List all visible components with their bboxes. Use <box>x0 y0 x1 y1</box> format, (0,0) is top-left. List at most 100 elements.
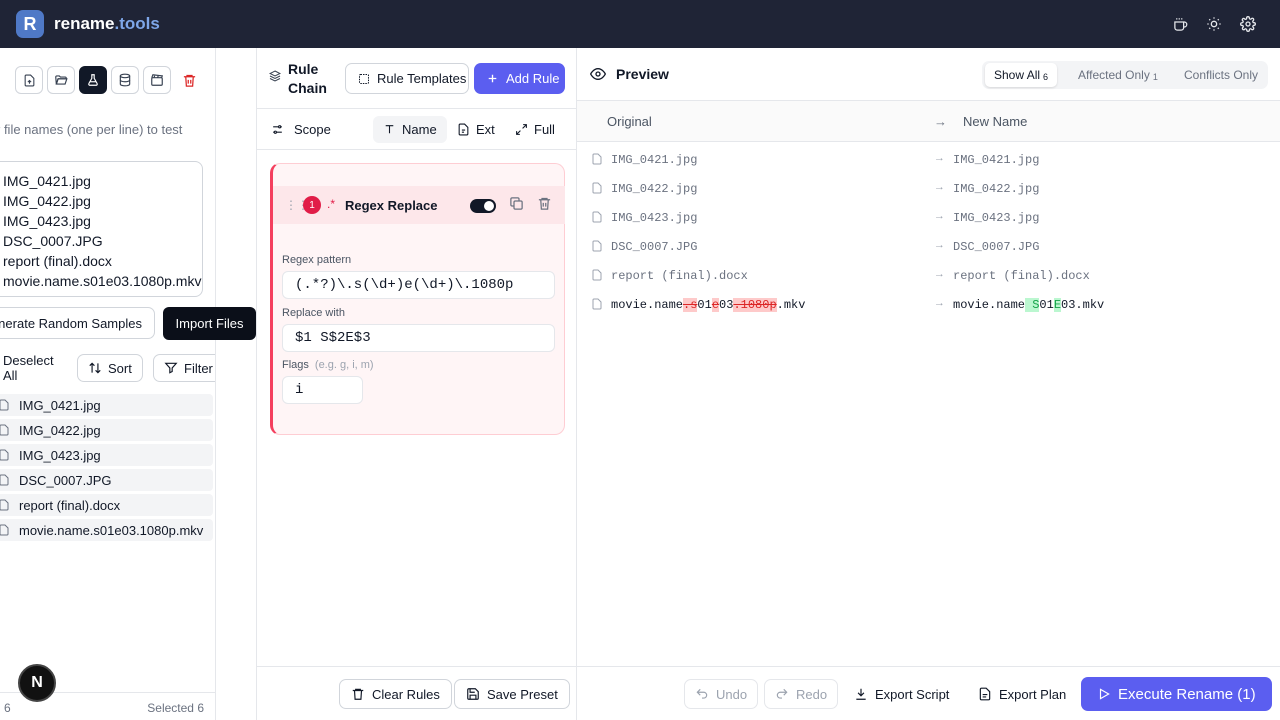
textarea-line: IMG_0421.jpg <box>3 173 91 189</box>
diff-same: 03.mkv <box>1061 298 1105 312</box>
preview-filter-group: Show All 6 Affected Only 1 Conflicts Only <box>982 61 1268 89</box>
scope-name-label: Name <box>402 122 437 137</box>
rule-templates-button[interactable]: Rule Templates <box>345 63 469 94</box>
copy-icon[interactable] <box>509 196 524 211</box>
flask-icon[interactable] <box>79 66 107 94</box>
list-item[interactable]: IMG_0421.jpg <box>0 394 213 416</box>
sort-button[interactable]: Sort <box>77 354 143 382</box>
new-name: IMG_0423.jpg <box>953 211 1040 225</box>
regex-pattern-input[interactable]: (.*?)\.s(\d+)e(\d+)\.1080p <box>282 271 555 299</box>
export-plan-button[interactable]: Export Plan <box>968 679 1076 709</box>
original-name: IMG_0423.jpg <box>611 211 698 225</box>
new-name-diff: movie.name S01E03.mkv <box>953 298 1104 312</box>
undo-button[interactable]: Undo <box>684 679 759 709</box>
arrow-right-icon: → <box>936 269 943 281</box>
next-dev-badge[interactable]: N <box>18 664 56 702</box>
scope-bar: Scope Name Ext Full <box>257 108 576 150</box>
rule-chain-title: Rule Chain <box>288 61 327 96</box>
textarea-line: IMG_0423.jpg <box>3 213 91 229</box>
list-item[interactable]: DSC_0007.JPG <box>0 469 213 491</box>
file-list: IMG_0421.jpg IMG_0422.jpg IMG_0423.jpg D… <box>0 394 213 544</box>
coffee-icon[interactable] <box>1170 14 1190 34</box>
file-upload-icon[interactable] <box>15 66 43 94</box>
show-all-tab[interactable]: Show All 6 <box>985 63 1058 87</box>
scope-name-tab[interactable]: Name <box>373 116 447 143</box>
diff-removed: .s <box>683 298 698 312</box>
flags-placeholder: (e.g. g, i, m) <box>314 359 374 371</box>
original-name-diff: movie.name.s01e03.1080p.mkv <box>611 298 805 312</box>
clapperboard-icon[interactable] <box>143 66 171 94</box>
gear-icon[interactable] <box>1238 14 1258 34</box>
sort-label: Sort <box>108 360 132 376</box>
clear-rules-label: Clear Rules <box>372 686 440 702</box>
arrow-right-icon: → <box>936 182 943 194</box>
list-item[interactable]: IMG_0423.jpg <box>0 444 213 466</box>
save-preset-button[interactable]: Save Preset <box>454 679 570 709</box>
diff-removed: e <box>711 298 720 312</box>
import-files-tooltip: Import Files <box>163 307 256 340</box>
file-code-icon <box>458 123 469 136</box>
file-name: IMG_0421.jpg <box>19 397 101 413</box>
rule-enabled-toggle[interactable] <box>470 199 496 213</box>
rule-number-badge: 1 <box>303 196 321 214</box>
sort-icon <box>89 362 101 374</box>
undo-icon <box>696 688 708 699</box>
file-icon <box>0 474 9 486</box>
execute-rename-label: Execute Rename (1) <box>1118 685 1256 703</box>
table-row[interactable]: report (final).docx → report (final).doc… <box>577 261 1280 290</box>
diff-removed: .1080p <box>733 298 777 312</box>
affected-only-tab[interactable]: Affected Only 1 <box>1069 63 1167 87</box>
file-name: report (final).docx <box>19 497 121 513</box>
redo-button[interactable]: Redo <box>764 679 839 709</box>
list-item[interactable]: IMG_0422.jpg <box>0 419 213 441</box>
rule-templates-label: Rule Templates <box>377 71 467 86</box>
scope-full-tab[interactable]: Full <box>505 116 565 143</box>
original-name: report (final).docx <box>611 269 748 283</box>
generate-samples-button[interactable]: Generate Random Samples <box>0 307 155 339</box>
table-row[interactable]: IMG_0423.jpg → IMG_0423.jpg <box>577 203 1280 232</box>
clear-rules-button[interactable]: Clear Rules <box>339 679 452 709</box>
rule-card: ⋮⋮ 1 .* Regex Replace Regex pattern (.*?… <box>270 163 565 435</box>
expand-icon <box>516 124 527 135</box>
preview-title-text: Preview <box>616 66 669 82</box>
scope-ext-tab[interactable]: Ext <box>447 116 505 143</box>
file-count: 6 <box>4 701 11 715</box>
database-icon[interactable] <box>111 66 139 94</box>
show-all-label: Show All <box>994 68 1041 82</box>
list-item[interactable]: report (final).docx <box>0 494 213 516</box>
list-item[interactable]: movie.name.s01e03.1080p.mkv <box>0 519 213 541</box>
sun-icon[interactable] <box>1204 14 1224 34</box>
add-rule-button[interactable]: Add Rule <box>474 63 565 94</box>
new-name: IMG_0422.jpg <box>953 182 1040 196</box>
filter-button[interactable]: Filter <box>153 354 215 382</box>
preview-title: Preview <box>590 66 669 82</box>
folder-open-icon[interactable] <box>47 66 75 94</box>
scope-text: Scope <box>294 122 331 137</box>
redo-label: Redo <box>796 686 828 702</box>
trash-icon[interactable] <box>175 66 203 94</box>
table-row[interactable]: DSC_0007.JPG → DSC_0007.JPG <box>577 232 1280 261</box>
export-script-button[interactable]: Export Script <box>844 679 959 709</box>
file-icon <box>0 524 9 536</box>
file-icon <box>0 449 9 461</box>
execute-rename-button[interactable]: Execute Rename (1) <box>1081 677 1272 711</box>
flags-input[interactable]: i <box>282 376 363 404</box>
table-row[interactable]: IMG_0421.jpg → IMG_0421.jpg <box>577 145 1280 174</box>
conflicts-only-tab[interactable]: Conflicts Only <box>1175 63 1267 87</box>
diff-added: S <box>1025 298 1040 312</box>
file-icon <box>592 269 602 281</box>
rule-footer: Clear Rules Save Preset <box>257 666 576 720</box>
deselect-all-button[interactable]: Deselect All <box>3 353 63 383</box>
save-preset-label: Save Preset <box>487 686 558 702</box>
file-names-textarea[interactable]: IMG_0421.jpg IMG_0422.jpg IMG_0423.jpg D… <box>0 161 203 297</box>
new-name: report (final).docx <box>953 269 1090 283</box>
table-row[interactable]: IMG_0422.jpg → IMG_0422.jpg <box>577 174 1280 203</box>
delete-rule-icon[interactable] <box>537 196 552 211</box>
scope-label: Scope <box>271 122 331 137</box>
file-icon <box>592 182 602 194</box>
replace-with-input[interactable]: $1 S$2E$3 <box>282 324 555 352</box>
file-text-icon <box>979 687 991 701</box>
filter-icon <box>164 362 178 374</box>
conflicts-only-label: Conflicts Only <box>1184 68 1259 82</box>
table-row[interactable]: movie.name.s01e03.1080p.mkv → movie.name… <box>577 290 1280 319</box>
